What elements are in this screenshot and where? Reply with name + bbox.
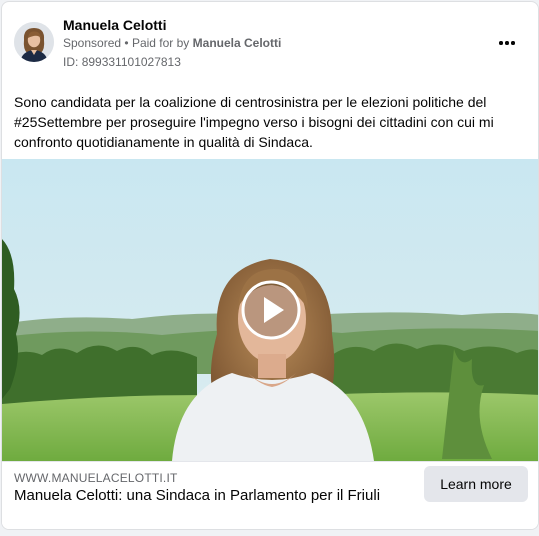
ad-id-label: ID:: [63, 55, 79, 69]
more-options-button[interactable]: [492, 28, 522, 58]
separator-dot: •: [124, 36, 129, 50]
ad-header: Manuela Celotti Sponsored • Paid for by …: [2, 2, 538, 78]
link-headline[interactable]: Manuela Celotti: una Sindaca in Parlamen…: [14, 487, 380, 504]
paid-for-by-label: Paid for by: [131, 36, 190, 50]
sponsored-label: Sponsored: [63, 36, 122, 50]
play-icon: [241, 280, 301, 340]
ad-card: Manuela Celotti Sponsored • Paid for by …: [1, 1, 539, 530]
ad-body-text: Sono candidata per la coalizione di cent…: [14, 94, 494, 150]
ad-video[interactable]: [2, 159, 538, 461]
more-horizontal-icon: [498, 41, 516, 45]
video-thumbnail: [2, 159, 538, 461]
avatar[interactable]: [14, 22, 54, 62]
sponsored-line: Sponsored • Paid for by Manuela Celotti: [63, 36, 281, 50]
learn-more-button[interactable]: Learn more: [424, 466, 528, 502]
ad-id: ID: 899331101027813: [63, 55, 181, 69]
advertiser-name[interactable]: Manuela Celotti: [63, 17, 166, 33]
link-domain: WWW.MANUELACELOTTI.IT: [14, 471, 178, 485]
ad-id-value: 899331101027813: [81, 55, 181, 69]
link-footer[interactable]: WWW.MANUELACELOTTI.IT Manuela Celotti: u…: [2, 461, 538, 529]
paid-for-by-name: Manuela Celotti: [192, 36, 282, 50]
